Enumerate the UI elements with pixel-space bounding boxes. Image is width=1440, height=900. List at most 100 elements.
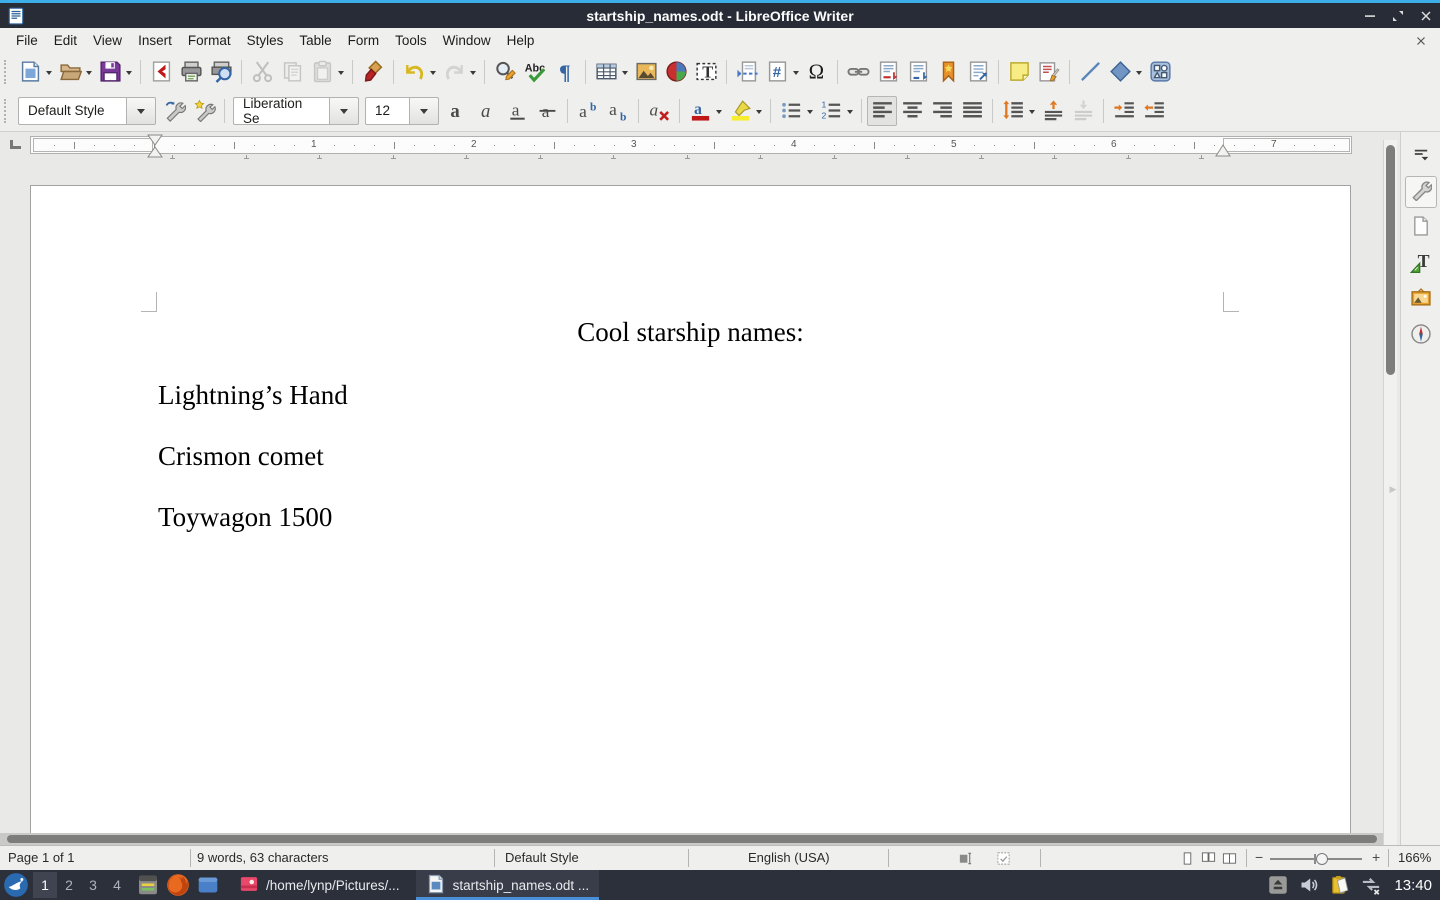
format-line-spacing-dropdown[interactable] — [1029, 110, 1035, 117]
menu-styles[interactable]: Styles — [239, 30, 292, 51]
toolbar-spelling[interactable]: Abc — [520, 57, 550, 87]
status-multi-page-view[interactable] — [1201, 851, 1216, 866]
toolbar-insert-image[interactable] — [631, 57, 661, 87]
toolbar-insert-table-dropdown[interactable] — [622, 71, 628, 78]
status-insert-mode[interactable] — [958, 851, 973, 866]
toolbar-insert-endnote[interactable] — [903, 57, 933, 87]
toolbar-insert-field[interactable]: # — [762, 57, 792, 87]
menu-form[interactable]: Form — [340, 30, 388, 51]
workspace-2[interactable]: 2 — [57, 872, 81, 898]
document-paragraph[interactable]: Crismon comet — [158, 441, 1223, 477]
format-underline[interactable]: a — [502, 96, 532, 126]
format-align-center[interactable] — [897, 96, 927, 126]
format-bullet-list[interactable] — [776, 96, 806, 126]
menu-window[interactable]: Window — [435, 30, 499, 51]
document-workspace[interactable]: Cool starship names: Lightning’s HandCri… — [0, 160, 1400, 833]
toolbar-open[interactable] — [55, 57, 85, 87]
zoom-level[interactable]: 166% — [1398, 850, 1431, 865]
toolbar-undo-dropdown[interactable] — [430, 71, 436, 78]
toolbar-formatting-marks[interactable]: ¶ — [550, 57, 580, 87]
minimize-button[interactable] — [1362, 8, 1378, 24]
workspace-4[interactable]: 4 — [105, 872, 129, 898]
toolbar-insert-cross-reference[interactable] — [963, 57, 993, 87]
format-bullet-list-dropdown[interactable] — [807, 110, 813, 117]
sidebar-tab-properties[interactable] — [1405, 176, 1437, 208]
format-update-style[interactable] — [159, 96, 189, 126]
format-decrease-indent[interactable] — [1139, 96, 1169, 126]
horizontal-scrollbar[interactable] — [0, 833, 1383, 845]
sidebar-collapse-arrow[interactable]: ▶ — [1388, 477, 1398, 501]
launcher-file-manager[interactable] — [196, 873, 220, 897]
font-name-combo[interactable]: Liberation Se — [233, 97, 359, 125]
toolbar-basic-shapes[interactable] — [1105, 57, 1135, 87]
toolbar-paste-dropdown[interactable] — [338, 71, 344, 78]
menu-edit[interactable]: Edit — [46, 30, 85, 51]
status-language[interactable]: English (USA) — [748, 850, 830, 865]
toolbar-clone-formatting[interactable] — [358, 57, 388, 87]
format-subscript[interactable]: ab — [603, 96, 633, 126]
zoom-out-button[interactable]: − — [1255, 849, 1263, 865]
toolbar-insert-textbox[interactable]: T — [691, 57, 721, 87]
toolbar-insert-hyperlink[interactable] — [843, 57, 873, 87]
format-line-spacing[interactable] — [998, 96, 1028, 126]
format-align-right[interactable] — [927, 96, 957, 126]
tab-type-selector[interactable] — [10, 140, 21, 149]
toolbar-export-pdf[interactable] — [146, 57, 176, 87]
format-italic[interactable]: a — [472, 96, 502, 126]
paragraph-style-value[interactable]: Default Style — [18, 97, 126, 125]
format-numbered-list-dropdown[interactable] — [847, 110, 853, 117]
toolbar-grip[interactable] — [4, 60, 11, 84]
menu-file[interactable]: File — [8, 30, 46, 51]
toolbar-insert-chart[interactable] — [661, 57, 691, 87]
start-menu-button[interactable] — [3, 872, 29, 898]
workspace-1[interactable]: 1 — [33, 872, 57, 898]
status-style[interactable]: Default Style — [505, 850, 579, 865]
sidebar-tab-sidebar-settings[interactable] — [1405, 140, 1437, 172]
toolbar-new-document-dropdown[interactable] — [46, 71, 52, 78]
toolbar-track-changes[interactable] — [1034, 57, 1064, 87]
toolbar-open-dropdown[interactable] — [86, 71, 92, 78]
status-words[interactable]: 9 words, 63 characters — [197, 850, 329, 865]
status-book-view[interactable] — [1222, 851, 1237, 866]
document-paragraph[interactable]: Toywagon 1500 — [158, 502, 1223, 538]
format-highlight-color-dropdown[interactable] — [756, 110, 762, 117]
left-indent-marker[interactable] — [147, 134, 163, 158]
format-superscript[interactable]: ab — [573, 96, 603, 126]
toolbar-insert-special-character[interactable]: Ω — [802, 57, 832, 87]
close-button[interactable] — [1418, 8, 1434, 24]
zoom-in-button[interactable]: + — [1372, 849, 1380, 865]
toolbar-redo-dropdown[interactable] — [470, 71, 476, 78]
horizontal-ruler[interactable]: 1234567 — [30, 136, 1352, 154]
launcher-package-manager[interactable] — [136, 873, 160, 897]
format-clear-formatting[interactable]: a — [644, 96, 674, 126]
close-document-button[interactable] — [1414, 34, 1428, 48]
toolbar-print[interactable] — [176, 57, 206, 87]
sidebar-tab-styles[interactable]: T — [1405, 248, 1437, 280]
taskbar-task[interactable]: /home/lynp/Pictures/... — [229, 870, 410, 900]
paragraph-style-combo[interactable]: Default Style — [18, 97, 156, 125]
format-strikethrough[interactable]: a — [532, 96, 562, 126]
tray-network[interactable] — [1361, 875, 1381, 895]
toolbar-insert-comment[interactable] — [1004, 57, 1034, 87]
toolbar-undo[interactable] — [399, 57, 429, 87]
maximize-button[interactable] — [1390, 8, 1406, 24]
toolbar-insert-line[interactable] — [1075, 57, 1105, 87]
format-new-style[interactable] — [189, 96, 219, 126]
document-page[interactable]: Cool starship names: Lightning’s HandCri… — [30, 185, 1351, 833]
toolbar-save-dropdown[interactable] — [126, 71, 132, 78]
menu-insert[interactable]: Insert — [130, 30, 180, 51]
format-increase-indent[interactable] — [1109, 96, 1139, 126]
workspace-3[interactable]: 3 — [81, 872, 105, 898]
right-indent-marker[interactable] — [1215, 144, 1231, 157]
vertical-scrollbar-thumb[interactable] — [1386, 145, 1395, 375]
font-size-combo-dropdown[interactable] — [409, 97, 439, 125]
paragraph-style-dropdown[interactable] — [126, 97, 156, 125]
status-page[interactable]: Page 1 of 1 — [8, 850, 75, 865]
horizontal-scrollbar-thumb[interactable] — [7, 835, 1377, 843]
sidebar-tab-gallery[interactable] — [1405, 284, 1437, 316]
format-bold[interactable]: a — [442, 96, 472, 126]
formatbar-grip[interactable] — [4, 99, 11, 123]
status-single-page-view[interactable] — [1180, 851, 1195, 866]
document-paragraph[interactable]: Lightning’s Hand — [158, 380, 1223, 416]
toolbar-print-preview[interactable] — [206, 57, 236, 87]
